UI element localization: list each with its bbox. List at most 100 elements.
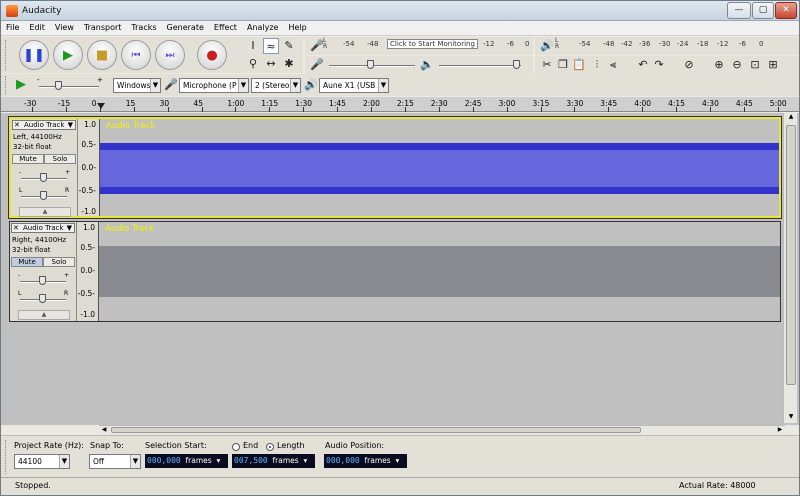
waveform-display[interactable]: Audio Track <box>100 119 779 216</box>
audio-position-timecode[interactable]: 000,000 frames ▾ <box>324 454 407 468</box>
gain-thumb[interactable] <box>39 276 46 285</box>
title-bar[interactable]: Audacity — ▢ ✕ <box>1 1 799 21</box>
stop-button[interactable]: ■ <box>87 40 117 70</box>
vertical-scroll-thumb[interactable] <box>786 125 796 385</box>
sync-lock-icon[interactable]: ⊘ <box>681 57 697 73</box>
menu-transport[interactable]: Transport <box>79 21 127 32</box>
input-channels-value: 2 (Stereo) <box>255 81 293 90</box>
horizontal-scroll-thumb[interactable] <box>111 427 641 433</box>
copy-icon[interactable]: ❐ <box>555 57 571 73</box>
trim-icon[interactable]: ⫶ <box>589 57 605 73</box>
audio-host-select[interactable]: Windows ▼ <box>113 78 161 93</box>
scroll-right-icon[interactable]: ▶ <box>775 426 785 434</box>
mute-button[interactable]: Mute <box>11 257 43 267</box>
selection-tool-icon[interactable]: I <box>245 38 261 54</box>
selection-start-timecode[interactable]: 000,000 frames ▾ <box>145 454 228 468</box>
draw-tool-icon[interactable]: ✎ <box>281 38 297 54</box>
skip-to-start-button[interactable]: ⏮ <box>121 40 151 70</box>
input-channels-select[interactable]: 2 (Stereo) ▼ <box>251 78 301 93</box>
menu-effect[interactable]: Effect <box>209 21 242 32</box>
maximize-button[interactable]: ▢ <box>752 2 774 19</box>
play-button[interactable]: ▶ <box>53 40 83 70</box>
collapse-track-button[interactable]: ▲ <box>19 207 71 217</box>
chevron-down-icon[interactable]: ▾ <box>217 456 221 465</box>
playback-meter[interactable]: -54 -48 -42 -36 -30 -24 -18 -12 -6 0 <box>567 40 795 51</box>
start-monitoring-hint[interactable]: Click to Start Monitoring <box>387 39 478 49</box>
pan-thumb[interactable] <box>39 294 46 303</box>
track-label-overlay: Audio Track <box>106 121 156 131</box>
record-button[interactable]: ● <box>197 40 227 70</box>
collapse-track-button[interactable]: ▲ <box>18 310 70 320</box>
speaker-icon[interactable]: 🔊 <box>539 38 555 54</box>
fit-selection-icon[interactable]: ⊡ <box>747 57 763 73</box>
zoom-tool-icon[interactable]: ⚲ <box>245 56 261 72</box>
menu-help[interactable]: Help <box>283 21 311 32</box>
menu-generate[interactable]: Generate <box>162 21 209 32</box>
track-name[interactable]: Audio Track <box>23 224 63 232</box>
close-button[interactable]: ✕ <box>775 2 797 19</box>
redo-icon[interactable]: ↷ <box>651 57 667 73</box>
play-tick: 0 <box>759 40 764 48</box>
zoom-out-icon[interactable]: ⊖ <box>729 57 745 73</box>
chevron-down-icon[interactable]: ▾ <box>304 456 308 465</box>
toolbar-grip[interactable] <box>5 440 8 474</box>
pause-button[interactable]: ❚❚ <box>19 40 49 70</box>
fit-project-icon[interactable]: ⊞ <box>765 57 781 73</box>
track-menu[interactable]: ✕ Audio Track ▼ <box>12 120 76 130</box>
scroll-down-icon[interactable]: ▼ <box>786 413 796 423</box>
track-menu[interactable]: ✕ Audio Track ▼ <box>11 223 75 233</box>
vertical-scrollbar[interactable]: ▲ ▼ <box>783 113 797 423</box>
play-speed-thumb[interactable] <box>55 81 62 90</box>
solo-button[interactable]: Solo <box>43 257 75 267</box>
toolbar-grip[interactable] <box>5 40 8 70</box>
paste-icon[interactable]: 📋 <box>571 57 587 73</box>
waveform-display[interactable]: Audio Track <box>99 222 780 321</box>
output-volume-thumb[interactable] <box>513 60 520 69</box>
menu-tracks[interactable]: Tracks <box>126 21 161 32</box>
audio-track-left[interactable]: ✕ Audio Track ▼ Left, 44100Hz 32-bit flo… <box>8 116 782 219</box>
menu-view[interactable]: View <box>50 21 79 32</box>
toolbar-grip[interactable] <box>5 76 8 94</box>
minimize-button[interactable]: — <box>727 2 751 19</box>
solo-button[interactable]: Solo <box>44 154 76 164</box>
scroll-left-icon[interactable]: ◀ <box>99 426 109 434</box>
audio-track-right[interactable]: ✕ Audio Track ▼ Right, 44100Hz 32-bit fl… <box>9 221 781 322</box>
silence-icon[interactable]: ⫷ <box>605 57 621 73</box>
close-track-icon[interactable]: ✕ <box>14 121 20 129</box>
skip-start-icon: ⏮ <box>131 49 141 61</box>
length-radio[interactable] <box>266 443 274 451</box>
multi-tool-icon[interactable]: ✱ <box>281 56 297 72</box>
record-meter[interactable]: -54 -48 -12 -6 0 Click to Start Monitori… <box>333 39 529 51</box>
mute-button[interactable]: Mute <box>12 154 44 164</box>
output-device-select[interactable]: Aune X1 (USB A ▼ <box>319 78 389 93</box>
horizontal-scrollbar[interactable]: ◀ ▶ <box>99 425 785 434</box>
close-track-icon[interactable]: ✕ <box>13 224 19 232</box>
gain-thumb[interactable] <box>40 173 47 182</box>
skip-end-icon: ⏭ <box>165 49 175 61</box>
scroll-up-icon[interactable]: ▲ <box>786 113 796 123</box>
track-name[interactable]: Audio Track <box>24 121 64 129</box>
play-head-marker[interactable] <box>97 103 105 109</box>
end-radio[interactable] <box>232 443 240 451</box>
input-device-select[interactable]: Microphone (P ▼ <box>179 78 249 93</box>
time-shift-tool-icon[interactable]: ↔ <box>263 56 279 72</box>
skip-to-end-button[interactable]: ⏭ <box>155 40 185 70</box>
timeline-ruler[interactable]: -30 -15 0 15 30 45 1:00 1:15 1:30 1:45 2:00 2:15 2:3… <box>1 97 799 112</box>
menu-file[interactable]: File <box>1 21 24 32</box>
envelope-tool-icon[interactable]: ≈ <box>263 38 279 54</box>
pan-thumb[interactable] <box>40 191 47 200</box>
play-speed-slider[interactable] <box>39 86 99 88</box>
zoom-in-icon[interactable]: ⊕ <box>711 57 727 73</box>
menu-analyze[interactable]: Analyze <box>242 21 284 32</box>
selection-length-timecode[interactable]: 007,500 frames ▾ <box>232 454 315 468</box>
menu-edit[interactable]: Edit <box>24 21 50 32</box>
play-at-speed-icon[interactable]: ▶ <box>13 77 29 93</box>
chevron-down-icon[interactable]: ▾ <box>396 456 400 465</box>
ruler-tick <box>337 107 339 112</box>
input-volume-thumb[interactable] <box>367 60 374 69</box>
project-rate-select[interactable]: 44100 ▼ <box>14 454 70 469</box>
snap-to-select[interactable]: Off ▼ <box>89 454 141 469</box>
output-volume-slider[interactable] <box>439 65 521 67</box>
undo-icon[interactable]: ↶ <box>635 57 651 73</box>
cut-icon[interactable]: ✂ <box>539 57 555 73</box>
